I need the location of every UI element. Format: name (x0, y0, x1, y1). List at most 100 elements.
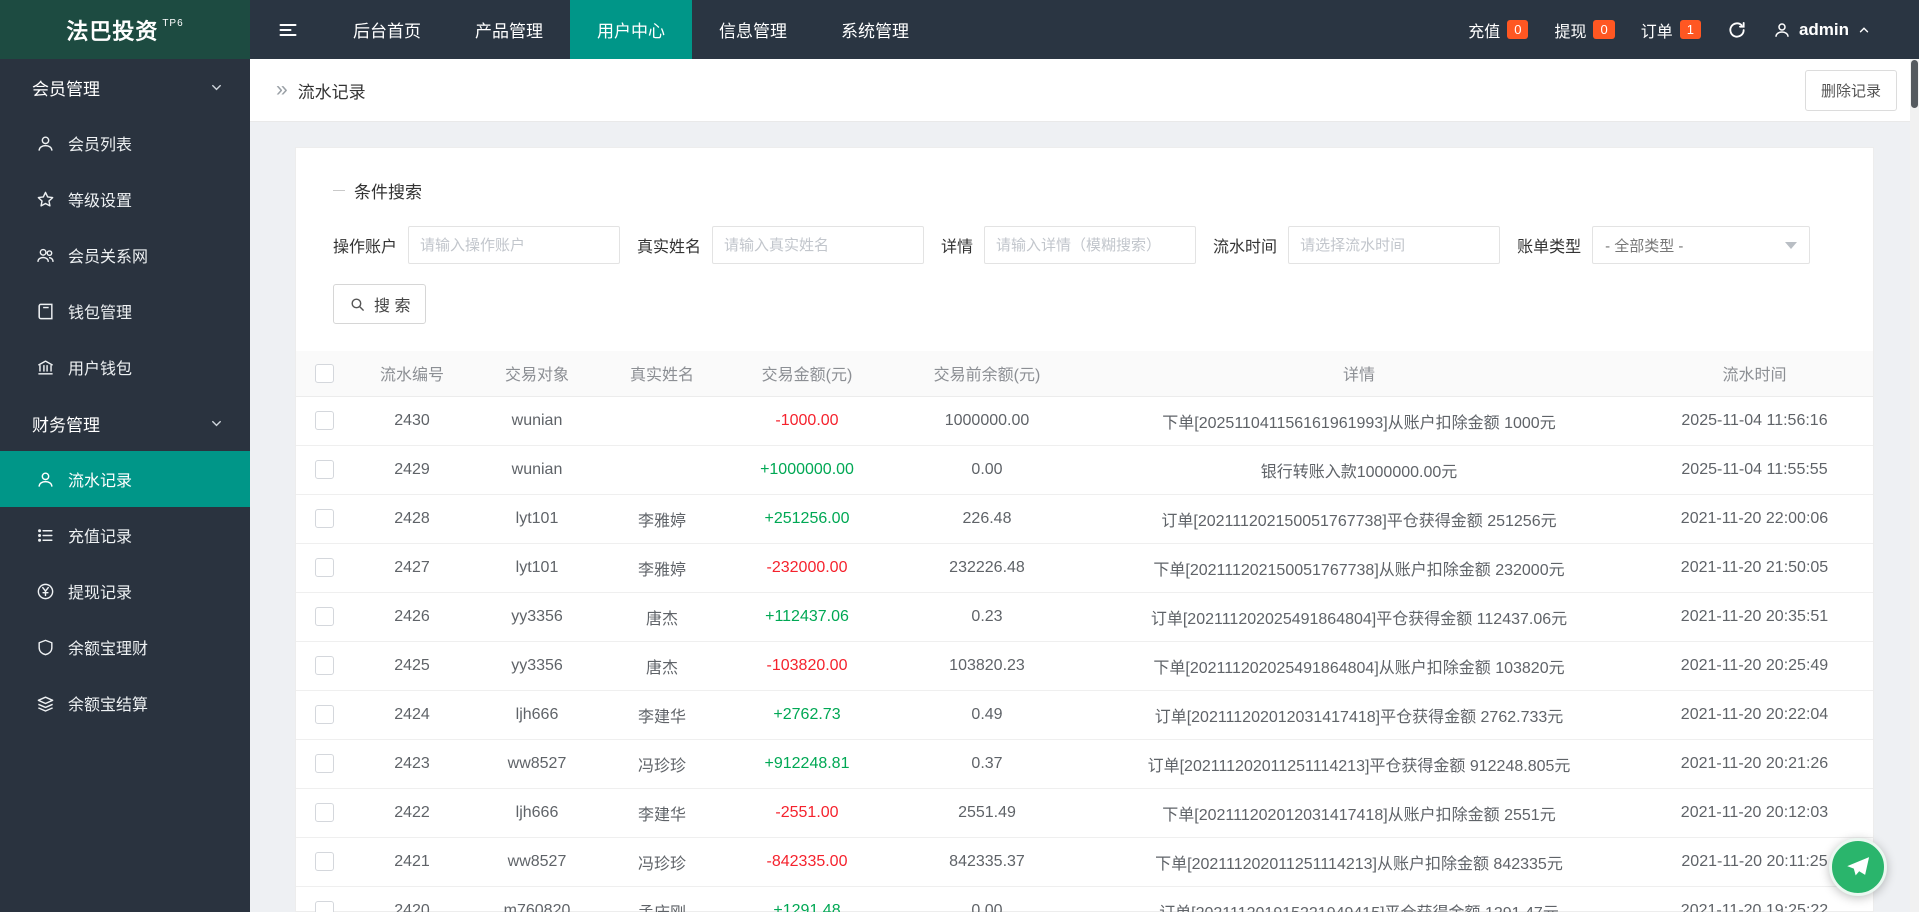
detail-input[interactable] (984, 226, 1197, 264)
withdraw-shortcut[interactable]: 提现 0 (1554, 18, 1615, 42)
row-checkbox[interactable] (314, 509, 334, 528)
cell-balance-before: 232226.48 (892, 543, 1082, 593)
row-checkbox[interactable] (314, 705, 334, 724)
tab-user-center[interactable]: 用户中心 (570, 0, 692, 59)
table-row: 2424 ljh666 李建华 +2762.73 0.49 订单[2021112… (296, 690, 1873, 740)
cell-amount: -232000.00 (722, 543, 892, 593)
orders-shortcut[interactable]: 订单 1 (1641, 18, 1701, 42)
refresh-button[interactable] (1727, 20, 1747, 40)
tab-label: 产品管理 (475, 22, 543, 41)
topbar-right: 充值 0 提现 0 订单 1 admin (1468, 0, 1919, 59)
cell-flow-id: 2423 (352, 739, 472, 789)
filter-account: 操作账户 (333, 226, 621, 264)
brand-name: 法巴投资 (66, 18, 159, 44)
sidebar-item-member-list[interactable]: 会员列表 (0, 115, 250, 171)
cell-balance-before: 0.00 (892, 886, 1082, 912)
table-row: 2421 ww8527 冯珍珍 -842335.00 842335.37 下单[… (296, 837, 1873, 887)
chevron-down-icon (1785, 241, 1798, 249)
sidebar-item-yuebao-settle[interactable]: 余额宝结算 (0, 675, 250, 731)
sidebar-item-wallet-manage[interactable]: 钱包管理 (0, 283, 250, 339)
bill-type-select[interactable]: - 全部类型 - (1592, 226, 1811, 264)
user-icon (36, 134, 55, 153)
sidebar-item-label: 会员关系网 (68, 249, 149, 266)
recharge-shortcut[interactable]: 充值 0 (1468, 18, 1529, 42)
realname-input[interactable] (712, 226, 925, 264)
cell-flow-id: 2422 (352, 788, 472, 838)
sidebar-section-members[interactable]: 会员管理 (0, 59, 250, 115)
sidebar-section-finance[interactable]: 财务管理 (0, 395, 250, 451)
row-checkbox[interactable] (314, 803, 334, 822)
tab-products[interactable]: 产品管理 (448, 0, 570, 59)
cell-detail: 订单[202111202025491864804]平仓获得金额 112437.0… (1082, 592, 1636, 642)
table-row: 2430 wunian -1000.00 1000000.00 下单[20251… (296, 396, 1873, 446)
row-checkbox[interactable] (314, 852, 334, 871)
cell-realname: 冯珍珍 (602, 739, 722, 789)
cell-realname: 唐杰 (602, 592, 722, 642)
row-checkbox[interactable] (314, 656, 334, 675)
bank-icon (36, 358, 55, 377)
cell-detail: 订单[202111201915221949415]平仓获得金额 1291.47元 (1082, 886, 1636, 912)
section-label: 会员管理 (32, 79, 100, 99)
sidebar-item-withdraw-records[interactable]: 提现记录 (0, 563, 250, 619)
table-row: 2422 ljh666 李建华 -2551.00 2551.49 下单[2021… (296, 788, 1873, 838)
row-checkbox[interactable] (314, 607, 334, 626)
cell-amount: +1291.48 (722, 886, 892, 912)
cell-account: wunian (472, 445, 602, 495)
filter-time: 流水时间 (1213, 226, 1501, 264)
filter-realname: 真实姓名 (637, 226, 925, 264)
sidebar-item-label: 钱包管理 (68, 305, 133, 322)
tab-information[interactable]: 信息管理 (692, 0, 814, 59)
sidebar-item-label: 流水记录 (68, 473, 133, 490)
flow-time-input[interactable] (1288, 226, 1501, 264)
user-icon (1773, 21, 1791, 39)
vertical-scrollbar[interactable] (1910, 59, 1919, 912)
sidebar-toggle-button[interactable] (250, 0, 326, 59)
row-checkbox[interactable] (314, 901, 334, 912)
cell-realname: 李雅婷 (602, 494, 722, 544)
cell-detail: 订单[202111202012031417418]平仓获得金额 2762.733… (1082, 690, 1636, 740)
delete-records-button[interactable]: 删除记录 (1804, 69, 1897, 111)
customer-service-button[interactable] (1829, 838, 1887, 896)
cell-flow-time: 2021-11-20 22:00:06 (1636, 494, 1873, 544)
cell-realname (602, 396, 722, 446)
sidebar-item-member-network[interactable]: 会员关系网 (0, 227, 250, 283)
cell-flow-time: 2025-11-04 11:55:55 (1636, 445, 1873, 495)
cell-amount: -103820.00 (722, 641, 892, 691)
account-input[interactable] (408, 226, 621, 264)
tab-label: 用户中心 (597, 22, 665, 41)
row-checkbox[interactable] (314, 411, 334, 430)
user-menu[interactable]: admin (1773, 20, 1871, 40)
brand-tag: TP6 (162, 18, 184, 29)
select-all-checkbox[interactable] (314, 363, 334, 383)
row-checkbox[interactable] (314, 558, 334, 577)
tab-dashboard[interactable]: 后台首页 (326, 0, 448, 59)
sidebar-item-user-wallet[interactable]: 用户钱包 (0, 339, 250, 395)
sidebar-item-flow-records[interactable]: 流水记录 (0, 451, 250, 507)
cell-flow-id: 2421 (352, 837, 472, 887)
sidebar-item-level-settings[interactable]: 等级设置 (0, 171, 250, 227)
search-button[interactable]: 搜 索 (333, 284, 427, 324)
sidebar-item-recharge-records[interactable]: 充值记录 (0, 507, 250, 563)
row-checkbox[interactable] (314, 460, 334, 479)
tab-system[interactable]: 系统管理 (814, 0, 936, 59)
cell-flow-time: 2021-11-20 20:35:51 (1636, 592, 1873, 642)
hamburger-menu-icon (278, 20, 298, 40)
cell-balance-before: 2551.49 (892, 788, 1082, 838)
search-section: 条件搜索 操作账户 真实姓名 详情 (296, 148, 1873, 324)
cell-amount: -2551.00 (722, 788, 892, 838)
tab-label: 信息管理 (719, 22, 787, 41)
sidebar-item-label: 用户钱包 (68, 361, 133, 378)
yen-icon (36, 582, 55, 601)
cell-balance-before: 0.23 (892, 592, 1082, 642)
cell-amount: +2762.73 (722, 690, 892, 740)
sidebar-item-yuebao-invest[interactable]: 余额宝理财 (0, 619, 250, 675)
row-checkbox[interactable] (314, 754, 334, 773)
table-row: 2426 yy3356 唐杰 +112437.06 0.23 订单[202111… (296, 592, 1873, 642)
scrollbar-thumb[interactable] (1911, 60, 1918, 108)
users-icon (36, 246, 55, 265)
cell-account: yy3356 (472, 641, 602, 691)
cell-flow-time: 2021-11-20 19:25:22 (1636, 886, 1873, 912)
cell-balance-before: 103820.23 (892, 641, 1082, 691)
cell-amount: -1000.00 (722, 396, 892, 446)
cell-amount: +1000000.00 (722, 445, 892, 495)
